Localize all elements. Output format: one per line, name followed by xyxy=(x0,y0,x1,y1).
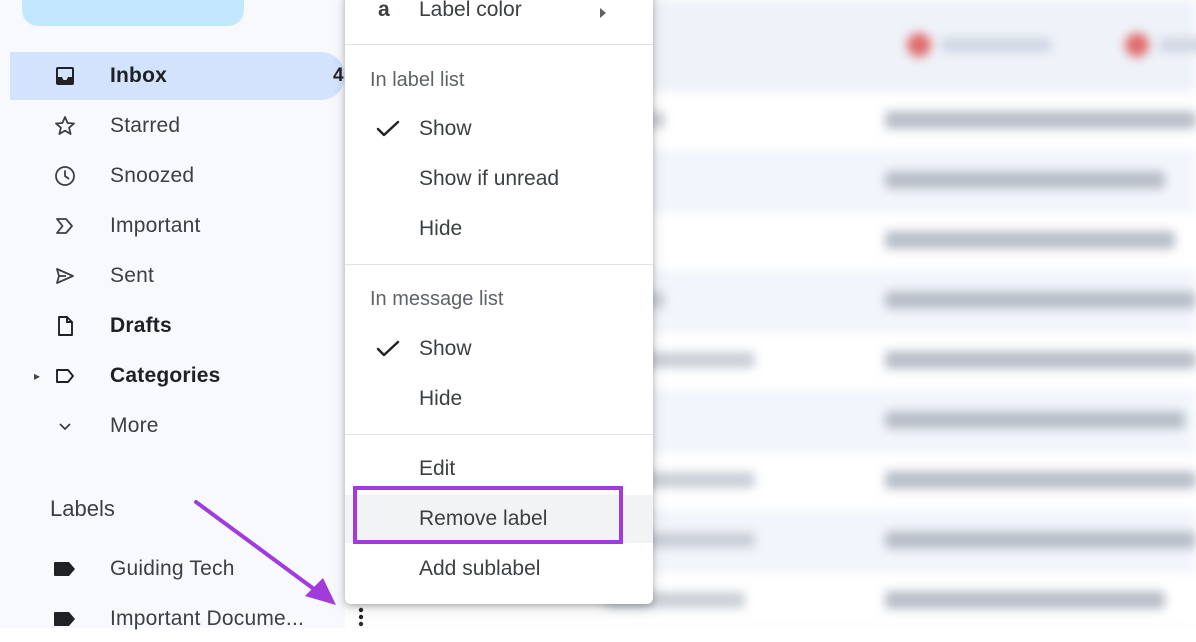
menu-item-label: Label color xyxy=(419,0,522,21)
label-color-glyph: a xyxy=(378,0,390,21)
label-name: Important Docume... xyxy=(110,607,305,630)
menu-item-label: Hide xyxy=(419,217,463,240)
menu-item-label-list-show[interactable]: Show xyxy=(345,105,653,153)
sidebar-item-label: Sent xyxy=(110,264,154,287)
sidebar-item-label: Important xyxy=(110,214,201,237)
menu-item-message-list-hide[interactable]: Hide xyxy=(345,375,653,423)
sidebar-item-sent[interactable]: Sent xyxy=(10,252,345,300)
sidebar: Inbox 4 Starred Snoozed Important Sent D… xyxy=(0,0,345,630)
sidebar-item-label: Snoozed xyxy=(110,164,195,187)
sidebar-item-important[interactable]: Important xyxy=(10,202,345,250)
label-icon xyxy=(54,612,76,626)
check-icon xyxy=(375,339,401,359)
menu-item-label: Show xyxy=(419,117,472,140)
menu-section-heading: In label list xyxy=(370,69,465,91)
menu-item-label: Hide xyxy=(419,387,463,410)
unread-count: 4 xyxy=(333,65,344,86)
sidebar-item-snoozed[interactable]: Snoozed xyxy=(10,152,345,200)
expand-arrow-icon[interactable]: ▸ xyxy=(34,369,40,383)
sidebar-item-more[interactable]: More xyxy=(10,402,345,450)
chevron-down-icon xyxy=(52,413,78,439)
sidebar-item-label: Categories xyxy=(110,364,221,387)
sidebar-item-label: Drafts xyxy=(110,314,172,337)
inbox-icon xyxy=(52,63,78,89)
sidebar-item-starred[interactable]: Starred xyxy=(10,102,345,150)
menu-item-label: Show xyxy=(419,337,472,360)
menu-item-label-list-show-if-unread[interactable]: Show if unread xyxy=(345,155,653,203)
category-label-icon xyxy=(52,363,78,389)
important-icon xyxy=(52,213,78,239)
send-icon xyxy=(52,263,78,289)
sidebar-item-drafts[interactable]: Drafts xyxy=(10,302,345,350)
clock-icon xyxy=(52,163,78,189)
menu-item-add-sublabel[interactable]: Add sublabel xyxy=(345,545,653,593)
label-item-guiding-tech[interactable]: Guiding Tech xyxy=(10,546,345,592)
sidebar-item-label: Starred xyxy=(110,114,181,137)
menu-divider xyxy=(345,264,653,265)
menu-item-label-list-hide[interactable]: Hide xyxy=(345,205,653,253)
compose-button[interactable] xyxy=(22,0,244,26)
sidebar-item-label: More xyxy=(110,414,159,437)
menu-item-message-list-show[interactable]: Show xyxy=(345,325,653,373)
remove-label-highlight-box xyxy=(353,486,623,544)
menu-divider xyxy=(345,44,653,45)
label-icon xyxy=(54,562,76,576)
sidebar-item-label: Inbox xyxy=(110,64,167,87)
labels-heading: Labels xyxy=(50,496,115,521)
menu-divider xyxy=(345,434,653,435)
draft-icon xyxy=(52,313,78,339)
menu-item-label: Show if unread xyxy=(419,167,560,190)
submenu-arrow-icon xyxy=(599,5,607,18)
menu-section-heading: In message list xyxy=(370,288,504,310)
sidebar-item-categories[interactable]: ▸ Categories xyxy=(10,352,345,400)
menu-item-label: Edit xyxy=(419,457,456,480)
check-icon xyxy=(375,119,401,139)
menu-item-label-color[interactable]: a Label color xyxy=(345,0,653,34)
menu-item-label: Add sublabel xyxy=(419,557,541,580)
label-name: Guiding Tech xyxy=(110,557,235,580)
label-item-important-documents[interactable]: Important Docume... xyxy=(10,596,345,642)
sidebar-item-inbox[interactable]: Inbox 4 xyxy=(10,52,345,100)
star-icon xyxy=(52,113,78,139)
